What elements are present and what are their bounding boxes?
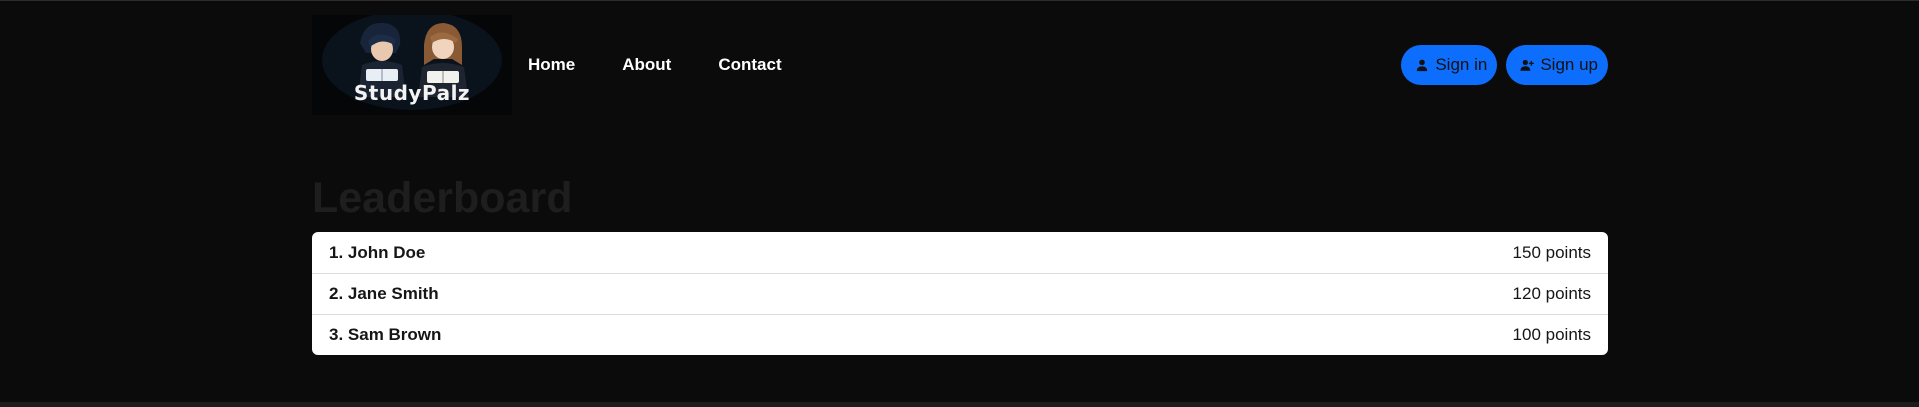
leaderboard-title: Leaderboard <box>312 174 573 222</box>
leaderboard-list: 1. John Doe 150 points 2. Jane Smith 120… <box>312 232 1608 355</box>
leaderboard-points: 150 points <box>1512 242 1591 262</box>
nav-link-home[interactable]: Home <box>516 47 587 83</box>
leaderboard-name: 1. John Doe <box>329 242 426 262</box>
nav-link-about[interactable]: About <box>610 47 683 83</box>
person-add-icon <box>1520 58 1535 72</box>
leaderboard-name: 2. Jane Smith <box>329 284 439 303</box>
leaderboard-points: 100 points <box>1512 325 1591 344</box>
leaderboard-name: 3. Sam Brown <box>329 325 442 344</box>
page: StudyPalz Home About Contact Sign in Sig… <box>0 0 1919 407</box>
person-icon <box>1415 58 1429 72</box>
sign-in-label: Sign in <box>1435 55 1488 74</box>
sign-up-label: Sign up <box>1540 55 1598 74</box>
nav-link-contact[interactable]: Contact <box>706 47 793 83</box>
leaderboard-row: 2. Jane Smith 120 points <box>312 273 1608 314</box>
leaderboard-points: 120 points <box>1512 284 1591 303</box>
logo-text: StudyPalz <box>353 81 471 105</box>
nav-links: Home About Contact <box>516 47 817 83</box>
brand-logo[interactable]: StudyPalz <box>312 15 512 115</box>
leaderboard-row: 3. Sam Brown 100 points <box>312 314 1608 355</box>
leaderboard-row: 1. John Doe 150 points <box>312 232 1608 273</box>
navbar: StudyPalz Home About Contact Sign in Sig… <box>312 15 1608 115</box>
auth-buttons: Sign in Sign up <box>1401 45 1608 85</box>
sign-up-button[interactable]: Sign up <box>1506 45 1608 85</box>
footer-divider <box>0 402 1919 407</box>
sign-in-button[interactable]: Sign in <box>1401 45 1498 85</box>
